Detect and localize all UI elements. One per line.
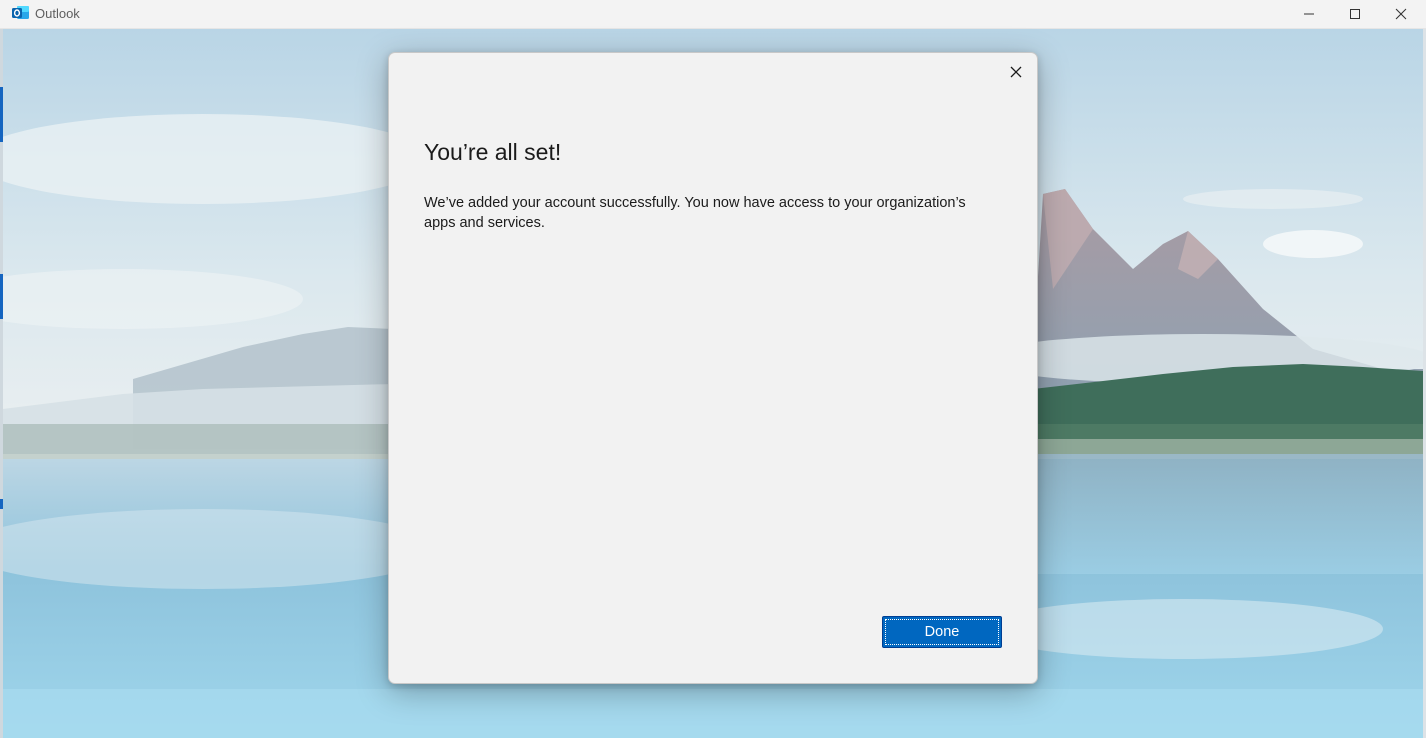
dialog-title: You’re all set! — [424, 139, 562, 165]
window-left-edge — [0, 29, 3, 738]
dialog-close-button[interactable] — [1001, 59, 1031, 89]
outlook-icon — [12, 5, 30, 21]
window-close-button[interactable] — [1378, 0, 1424, 28]
close-icon — [1009, 65, 1023, 84]
outlook-window: Outlook You’re all set! We’ve added your… — [0, 0, 1426, 738]
maximize-button[interactable] — [1332, 0, 1378, 28]
minimize-button[interactable] — [1286, 0, 1332, 28]
window-title: Outlook — [35, 6, 80, 21]
close-icon — [1395, 8, 1407, 20]
dialog-message: We’ve added your account successfully. Y… — [424, 195, 966, 231]
account-added-dialog: You’re all set! We’ve added your account… — [388, 52, 1038, 684]
title-bar[interactable]: Outlook — [0, 0, 1426, 29]
minimize-icon — [1303, 8, 1315, 20]
done-button[interactable]: Done — [882, 616, 1002, 648]
maximize-icon — [1349, 8, 1361, 20]
